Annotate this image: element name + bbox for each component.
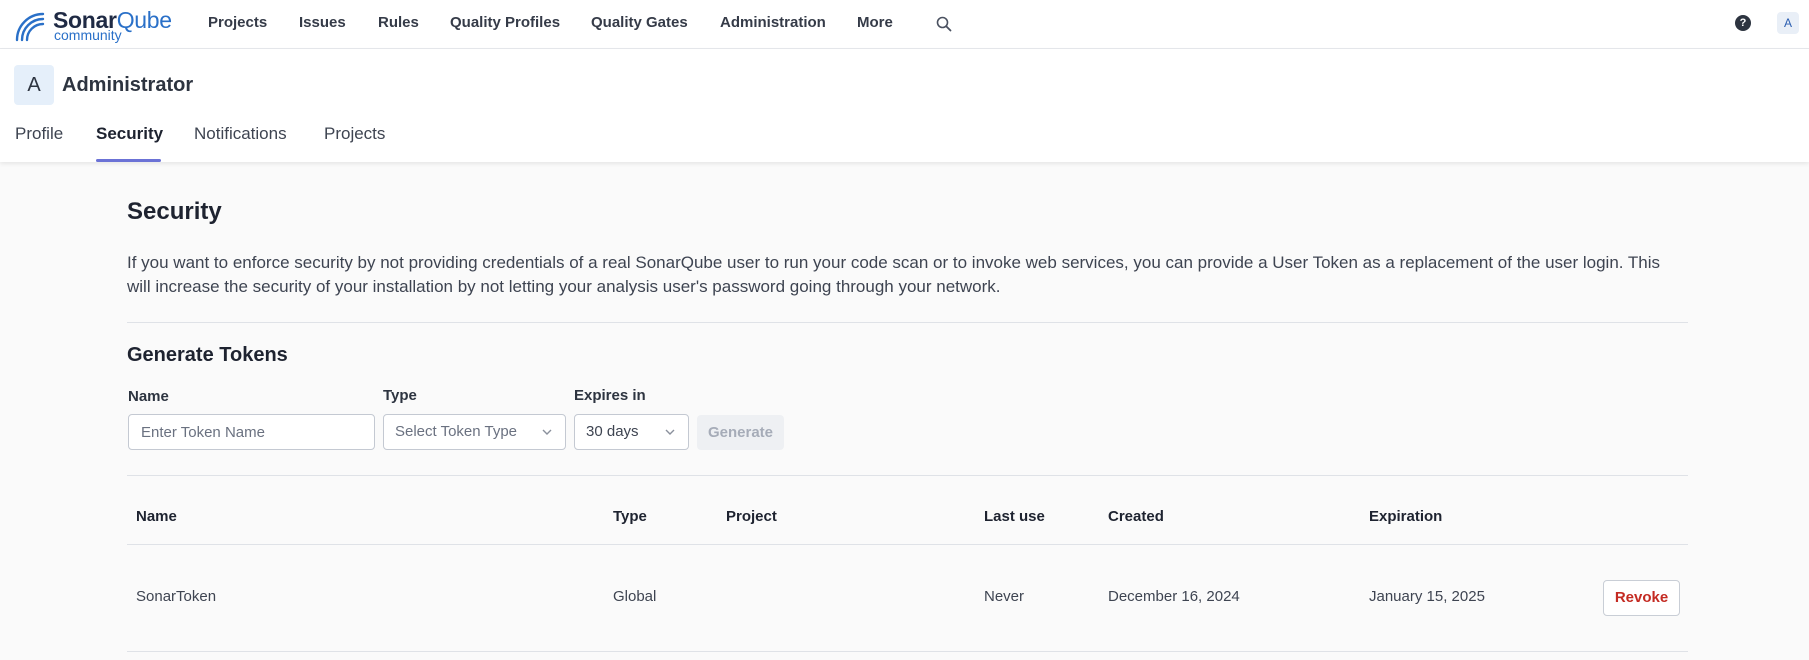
column-header-type: Type	[613, 508, 647, 525]
expires-in-label: Expires in	[574, 387, 646, 404]
generate-button[interactable]: Generate	[697, 415, 784, 450]
column-header-project: Project	[726, 508, 777, 525]
account-header: A Administrator Profile Security Notific…	[0, 49, 1809, 162]
expires-in-select[interactable]: 30 days	[574, 414, 689, 450]
page-title: Security	[127, 198, 222, 225]
user-avatar-button[interactable]: A	[1777, 12, 1799, 34]
chevron-down-icon	[665, 429, 675, 435]
help-icon[interactable]: ?	[1735, 15, 1751, 31]
token-type-label: Type	[383, 387, 417, 404]
nav-issues[interactable]: Issues	[299, 13, 346, 33]
account-name: Administrator	[62, 74, 194, 96]
search-icon[interactable]	[935, 15, 953, 33]
chevron-down-icon	[542, 429, 552, 435]
token-name-label: Name	[128, 388, 169, 405]
brand-edition: community	[54, 27, 122, 43]
account-avatar: A	[14, 65, 54, 105]
sonarqube-logo-icon	[15, 12, 45, 42]
token-type-select-value: Select Token Type	[395, 423, 518, 440]
table-header-divider	[127, 544, 1688, 545]
section-divider	[127, 322, 1688, 323]
token-type-select[interactable]: Select Token Type	[383, 414, 566, 450]
nav-quality-gates[interactable]: Quality Gates	[591, 13, 688, 33]
column-header-last-use: Last use	[984, 508, 1045, 525]
nav-more[interactable]: More	[857, 13, 893, 33]
section-divider	[127, 475, 1688, 476]
tab-security[interactable]: Security	[96, 123, 163, 145]
top-navigation-bar: SonarQube community Projects Issues Rule…	[0, 0, 1809, 49]
tab-notifications[interactable]: Notifications	[194, 123, 287, 145]
generate-tokens-title: Generate Tokens	[127, 344, 288, 366]
token-name-input[interactable]	[128, 414, 375, 450]
tab-profile[interactable]: Profile	[15, 123, 63, 145]
tab-projects[interactable]: Projects	[324, 123, 385, 145]
token-expiration-cell: January 15, 2025	[1369, 588, 1485, 605]
active-tab-indicator	[96, 159, 161, 162]
token-last-use-cell: Never	[984, 588, 1025, 605]
nav-projects[interactable]: Projects	[208, 13, 267, 33]
token-created-cell: December 16, 2024	[1108, 588, 1240, 605]
security-description: If you want to enforce security by not p…	[127, 253, 1661, 296]
expires-in-select-value: 30 days	[586, 423, 639, 440]
column-header-created: Created	[1108, 508, 1164, 525]
column-header-expiration: Expiration	[1369, 508, 1443, 525]
nav-quality-profiles[interactable]: Quality Profiles	[450, 13, 560, 33]
table-row-divider	[127, 651, 1688, 652]
nav-administration[interactable]: Administration	[720, 13, 826, 33]
revoke-button[interactable]: Revoke	[1603, 580, 1680, 616]
token-type-cell: Global	[613, 588, 657, 605]
nav-rules[interactable]: Rules	[378, 13, 419, 33]
token-name-cell: SonarToken	[136, 588, 217, 605]
sonarqube-logo[interactable]: SonarQube community	[13, 6, 173, 42]
column-header-name: Name	[136, 508, 177, 525]
